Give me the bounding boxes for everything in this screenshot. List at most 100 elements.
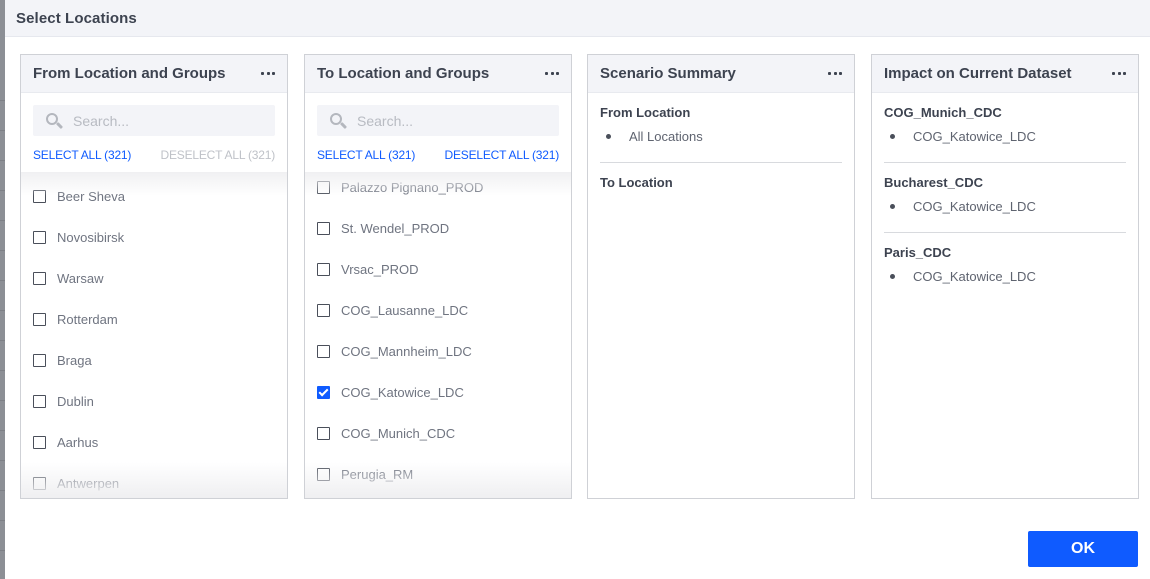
summary-section: COG_Munich_CDC COG_Katowice_LDC [884, 105, 1126, 163]
location-list-item[interactable]: COG_Mannheim_LDC [317, 342, 472, 360]
search-icon [329, 112, 348, 130]
summary-item: COG_Katowice_LDC [884, 128, 1126, 144]
deselect-all-button[interactable]: DESELECT ALL (321) [161, 148, 276, 164]
more-options-icon[interactable] [545, 69, 559, 79]
bullet-icon [890, 203, 895, 209]
location-list-item[interactable]: Aarhus [33, 433, 98, 451]
from-location-panel: From Location and Groups SELECT ALL (321… [20, 54, 288, 499]
summary-item: COG_Katowice_LDC [884, 198, 1126, 214]
location-list-item[interactable]: COG_Munich_CDC [317, 424, 455, 442]
location-label: Warsaw [57, 270, 104, 286]
more-options-icon[interactable] [828, 69, 842, 79]
location-list-item[interactable]: Vrsac_PROD [317, 260, 419, 278]
section-heading: Paris_CDC [884, 245, 952, 260]
more-options-icon[interactable] [261, 69, 275, 79]
location-list-item[interactable]: St. Wendel_PROD [317, 219, 449, 237]
location-list-item[interactable]: Antwerpen [33, 474, 119, 492]
select-all-button[interactable]: SELECT ALL (321) [33, 148, 131, 164]
location-list-item[interactable]: Beer Sheva [33, 187, 125, 205]
dialog-header: Select Locations [5, 0, 1150, 37]
summary-item: COG_Katowice_LDC [884, 268, 1126, 284]
location-list-item[interactable]: Rotterdam [33, 310, 118, 328]
bullet-icon [606, 133, 611, 139]
from-location-list[interactable]: Beer Sheva Novosibirsk Warsaw Rotterdam Brag… [21, 172, 287, 498]
summary-body: From Location All Locations To Location [588, 93, 854, 216]
location-label: COG_Munich_CDC [341, 425, 456, 441]
checkbox[interactable] [33, 189, 46, 203]
summary-item-label: COG_Katowice_LDC [913, 268, 1036, 284]
to-location-list[interactable]: Palazzo Pignano_PROD St. Wendel_PROD Vrsac… [305, 172, 571, 498]
summary-item: All Locations [600, 128, 842, 144]
location-label: COG_Mannheim_LDC [341, 343, 472, 359]
location-label: Dublin [57, 393, 94, 409]
bulk-actions: SELECT ALL (321) DESELECT ALL (321) [305, 148, 571, 164]
deselect-all-button[interactable]: DESELECT ALL (321) [445, 148, 560, 164]
location-list-item[interactable]: Perugia_RM [317, 465, 413, 483]
panel-title: To Location and Groups [317, 65, 490, 82]
bullet-icon [890, 273, 895, 279]
panel-title: Scenario Summary [600, 65, 736, 82]
checkbox[interactable] [317, 426, 330, 440]
checkbox[interactable] [33, 312, 46, 326]
checkbox[interactable] [33, 394, 46, 408]
impact-panel: Impact on Current Dataset COG_Munich_CDC… [871, 54, 1139, 499]
location-label: Novosibirsk [57, 229, 125, 245]
checkbox[interactable] [317, 262, 330, 276]
location-list-item[interactable]: Novosibirsk [33, 228, 124, 246]
summary-section: To Location [600, 175, 842, 216]
location-label: Antwerpen [57, 475, 120, 491]
panel-header: From Location and Groups [21, 55, 287, 93]
location-list-item[interactable]: Warsaw [33, 269, 103, 287]
section-heading: To Location [600, 175, 673, 190]
location-label: Beer Sheva [57, 188, 125, 204]
location-list-item[interactable]: Palazzo Pignano_PROD [317, 178, 483, 196]
checkbox[interactable] [33, 353, 46, 367]
section-heading: Bucharest_CDC [884, 175, 983, 190]
dialog-title: Select Locations [16, 9, 137, 27]
more-options-icon[interactable] [1112, 69, 1126, 79]
checkbox[interactable] [317, 303, 330, 317]
checkbox[interactable] [317, 344, 330, 358]
ok-button[interactable]: OK [1028, 531, 1138, 567]
from-search-input[interactable] [73, 112, 253, 129]
location-label: COG_Lausanne_LDC [341, 302, 469, 318]
scenario-summary-panel: Scenario Summary From Location All Locati… [587, 54, 855, 499]
to-location-panel: To Location and Groups SELECT ALL (321) … [304, 54, 572, 499]
location-label: Braga [57, 352, 92, 368]
location-label: Perugia_RM [341, 466, 414, 482]
to-search-input[interactable] [357, 112, 537, 129]
checkbox[interactable] [33, 476, 46, 490]
location-label: COG_Katowice_LDC [341, 384, 464, 400]
search-box [317, 105, 559, 136]
summary-item-label: All Locations [629, 128, 703, 144]
location-label: Palazzo Pignano_PROD [341, 179, 484, 195]
panel-header: Impact on Current Dataset [872, 55, 1138, 93]
location-list-item[interactable]: Braga [33, 351, 92, 369]
location-label: Vrsac_PROD [341, 261, 419, 277]
search-icon [45, 112, 64, 130]
summary-section: From Location All Locations [600, 105, 842, 163]
summary-section: Bucharest_CDC COG_Katowice_LDC [884, 175, 1126, 233]
panel-header: To Location and Groups [305, 55, 571, 93]
panel-title: From Location and Groups [33, 65, 226, 82]
bullet-icon [890, 133, 895, 139]
select-locations-dialog: Select Locations From Location and Group… [5, 0, 1150, 579]
location-list-item[interactable]: COG_Lausanne_LDC [317, 301, 468, 319]
checkbox[interactable] [33, 230, 46, 244]
panel-title: Impact on Current Dataset [884, 65, 1072, 82]
checkbox[interactable] [317, 221, 330, 235]
checkbox[interactable] [317, 467, 330, 481]
checkbox[interactable] [33, 435, 46, 449]
location-label: St. Wendel_PROD [341, 220, 450, 236]
location-list-item[interactable]: Dublin [33, 392, 94, 410]
summary-section: Paris_CDC COG_Katowice_LDC [884, 245, 1126, 302]
checkbox-checked[interactable] [317, 385, 330, 399]
location-label: Rotterdam [57, 311, 118, 327]
section-heading: From Location [600, 105, 691, 120]
checkbox[interactable] [33, 271, 46, 285]
select-all-button[interactable]: SELECT ALL (321) [317, 148, 415, 164]
checkbox[interactable] [317, 180, 330, 194]
location-list-item[interactable]: COG_Katowice_LDC [317, 383, 464, 401]
section-heading: COG_Munich_CDC [884, 105, 1002, 120]
summary-item-label: COG_Katowice_LDC [913, 198, 1036, 214]
